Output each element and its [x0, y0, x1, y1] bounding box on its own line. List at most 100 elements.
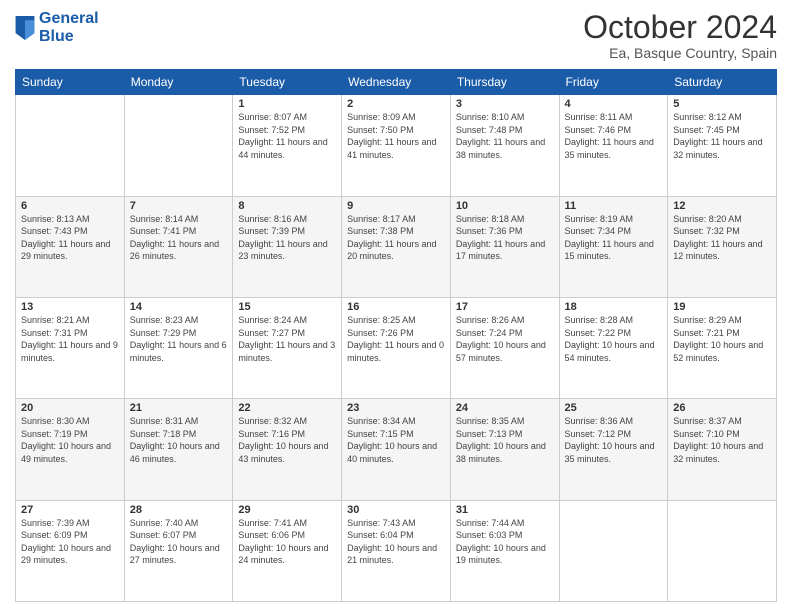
calendar-cell: 15Sunrise: 8:24 AM Sunset: 7:27 PM Dayli…: [233, 297, 342, 398]
day-number: 23: [347, 402, 445, 414]
day-number: 20: [21, 402, 119, 414]
calendar-table: SundayMondayTuesdayWednesdayThursdayFrid…: [15, 69, 777, 602]
day-info: Sunrise: 8:30 AM Sunset: 7:19 PM Dayligh…: [21, 415, 119, 465]
calendar-cell: 23Sunrise: 8:34 AM Sunset: 7:15 PM Dayli…: [342, 399, 451, 500]
day-number: 30: [347, 504, 445, 516]
day-info: Sunrise: 8:26 AM Sunset: 7:24 PM Dayligh…: [456, 314, 554, 364]
calendar-cell: [559, 500, 668, 601]
day-info: Sunrise: 8:35 AM Sunset: 7:13 PM Dayligh…: [456, 415, 554, 465]
calendar-week-2: 6Sunrise: 8:13 AM Sunset: 7:43 PM Daylig…: [16, 196, 777, 297]
calendar-cell: 5Sunrise: 8:12 AM Sunset: 7:45 PM Daylig…: [668, 95, 777, 196]
calendar-cell: 7Sunrise: 8:14 AM Sunset: 7:41 PM Daylig…: [124, 196, 233, 297]
calendar-header-row: SundayMondayTuesdayWednesdayThursdayFrid…: [16, 70, 777, 95]
calendar-cell: [668, 500, 777, 601]
calendar-cell: 29Sunrise: 7:41 AM Sunset: 6:06 PM Dayli…: [233, 500, 342, 601]
day-info: Sunrise: 8:20 AM Sunset: 7:32 PM Dayligh…: [673, 213, 771, 263]
day-info: Sunrise: 7:39 AM Sunset: 6:09 PM Dayligh…: [21, 517, 119, 567]
day-info: Sunrise: 8:23 AM Sunset: 7:29 PM Dayligh…: [130, 314, 228, 364]
calendar-cell: 26Sunrise: 8:37 AM Sunset: 7:10 PM Dayli…: [668, 399, 777, 500]
day-number: 5: [673, 98, 771, 110]
calendar-cell: [124, 95, 233, 196]
day-info: Sunrise: 8:29 AM Sunset: 7:21 PM Dayligh…: [673, 314, 771, 364]
calendar-cell: 21Sunrise: 8:31 AM Sunset: 7:18 PM Dayli…: [124, 399, 233, 500]
day-number: 9: [347, 200, 445, 212]
calendar-cell: 11Sunrise: 8:19 AM Sunset: 7:34 PM Dayli…: [559, 196, 668, 297]
main-title: October 2024: [583, 10, 777, 45]
day-info: Sunrise: 8:12 AM Sunset: 7:45 PM Dayligh…: [673, 111, 771, 161]
calendar-cell: 30Sunrise: 7:43 AM Sunset: 6:04 PM Dayli…: [342, 500, 451, 601]
day-info: Sunrise: 8:34 AM Sunset: 7:15 PM Dayligh…: [347, 415, 445, 465]
day-info: Sunrise: 7:41 AM Sunset: 6:06 PM Dayligh…: [238, 517, 336, 567]
calendar-cell: 13Sunrise: 8:21 AM Sunset: 7:31 PM Dayli…: [16, 297, 125, 398]
title-block: October 2024 Ea, Basque Country, Spain: [583, 10, 777, 61]
calendar-cell: 27Sunrise: 7:39 AM Sunset: 6:09 PM Dayli…: [16, 500, 125, 601]
day-number: 22: [238, 402, 336, 414]
day-info: Sunrise: 8:28 AM Sunset: 7:22 PM Dayligh…: [565, 314, 663, 364]
day-number: 25: [565, 402, 663, 414]
calendar-cell: 9Sunrise: 8:17 AM Sunset: 7:38 PM Daylig…: [342, 196, 451, 297]
day-number: 3: [456, 98, 554, 110]
logo-line2: Blue: [39, 28, 74, 45]
calendar-header-friday: Friday: [559, 70, 668, 95]
calendar-cell: 1Sunrise: 8:07 AM Sunset: 7:52 PM Daylig…: [233, 95, 342, 196]
subtitle: Ea, Basque Country, Spain: [583, 45, 777, 61]
calendar-cell: 14Sunrise: 8:23 AM Sunset: 7:29 PM Dayli…: [124, 297, 233, 398]
day-info: Sunrise: 8:07 AM Sunset: 7:52 PM Dayligh…: [238, 111, 336, 161]
day-number: 15: [238, 301, 336, 313]
day-number: 21: [130, 402, 228, 414]
day-number: 8: [238, 200, 336, 212]
calendar-cell: 22Sunrise: 8:32 AM Sunset: 7:16 PM Dayli…: [233, 399, 342, 500]
calendar-cell: 17Sunrise: 8:26 AM Sunset: 7:24 PM Dayli…: [450, 297, 559, 398]
calendar-cell: 18Sunrise: 8:28 AM Sunset: 7:22 PM Dayli…: [559, 297, 668, 398]
calendar-header-saturday: Saturday: [668, 70, 777, 95]
calendar-cell: 6Sunrise: 8:13 AM Sunset: 7:43 PM Daylig…: [16, 196, 125, 297]
day-info: Sunrise: 8:16 AM Sunset: 7:39 PM Dayligh…: [238, 213, 336, 263]
day-info: Sunrise: 8:17 AM Sunset: 7:38 PM Dayligh…: [347, 213, 445, 263]
calendar-cell: 25Sunrise: 8:36 AM Sunset: 7:12 PM Dayli…: [559, 399, 668, 500]
day-info: Sunrise: 8:25 AM Sunset: 7:26 PM Dayligh…: [347, 314, 445, 364]
day-number: 2: [347, 98, 445, 110]
logo: General Blue: [15, 10, 99, 45]
day-info: Sunrise: 7:44 AM Sunset: 6:03 PM Dayligh…: [456, 517, 554, 567]
day-number: 1: [238, 98, 336, 110]
day-info: Sunrise: 8:09 AM Sunset: 7:50 PM Dayligh…: [347, 111, 445, 161]
day-number: 28: [130, 504, 228, 516]
day-number: 4: [565, 98, 663, 110]
day-info: Sunrise: 8:32 AM Sunset: 7:16 PM Dayligh…: [238, 415, 336, 465]
calendar-cell: 24Sunrise: 8:35 AM Sunset: 7:13 PM Dayli…: [450, 399, 559, 500]
day-info: Sunrise: 8:19 AM Sunset: 7:34 PM Dayligh…: [565, 213, 663, 263]
calendar-week-5: 27Sunrise: 7:39 AM Sunset: 6:09 PM Dayli…: [16, 500, 777, 601]
day-info: Sunrise: 8:31 AM Sunset: 7:18 PM Dayligh…: [130, 415, 228, 465]
day-info: Sunrise: 8:11 AM Sunset: 7:46 PM Dayligh…: [565, 111, 663, 161]
calendar-cell: 19Sunrise: 8:29 AM Sunset: 7:21 PM Dayli…: [668, 297, 777, 398]
day-info: Sunrise: 8:21 AM Sunset: 7:31 PM Dayligh…: [21, 314, 119, 364]
calendar-cell: 2Sunrise: 8:09 AM Sunset: 7:50 PM Daylig…: [342, 95, 451, 196]
day-info: Sunrise: 8:13 AM Sunset: 7:43 PM Dayligh…: [21, 213, 119, 263]
day-number: 31: [456, 504, 554, 516]
day-number: 24: [456, 402, 554, 414]
day-info: Sunrise: 8:24 AM Sunset: 7:27 PM Dayligh…: [238, 314, 336, 364]
calendar-header-wednesday: Wednesday: [342, 70, 451, 95]
calendar-week-1: 1Sunrise: 8:07 AM Sunset: 7:52 PM Daylig…: [16, 95, 777, 196]
calendar-header-monday: Monday: [124, 70, 233, 95]
day-info: Sunrise: 8:18 AM Sunset: 7:36 PM Dayligh…: [456, 213, 554, 263]
day-number: 11: [565, 200, 663, 212]
day-info: Sunrise: 8:37 AM Sunset: 7:10 PM Dayligh…: [673, 415, 771, 465]
day-info: Sunrise: 8:10 AM Sunset: 7:48 PM Dayligh…: [456, 111, 554, 161]
day-number: 19: [673, 301, 771, 313]
calendar-cell: 20Sunrise: 8:30 AM Sunset: 7:19 PM Dayli…: [16, 399, 125, 500]
day-number: 14: [130, 301, 228, 313]
day-number: 27: [21, 504, 119, 516]
calendar-cell: 28Sunrise: 7:40 AM Sunset: 6:07 PM Dayli…: [124, 500, 233, 601]
calendar-header-sunday: Sunday: [16, 70, 125, 95]
calendar-cell: [16, 95, 125, 196]
day-number: 6: [21, 200, 119, 212]
day-number: 26: [673, 402, 771, 414]
day-number: 13: [21, 301, 119, 313]
calendar-cell: 10Sunrise: 8:18 AM Sunset: 7:36 PM Dayli…: [450, 196, 559, 297]
calendar-cell: 3Sunrise: 8:10 AM Sunset: 7:48 PM Daylig…: [450, 95, 559, 196]
logo-icon: [15, 16, 35, 40]
calendar-cell: 31Sunrise: 7:44 AM Sunset: 6:03 PM Dayli…: [450, 500, 559, 601]
logo-line1: General: [39, 10, 99, 27]
day-number: 10: [456, 200, 554, 212]
